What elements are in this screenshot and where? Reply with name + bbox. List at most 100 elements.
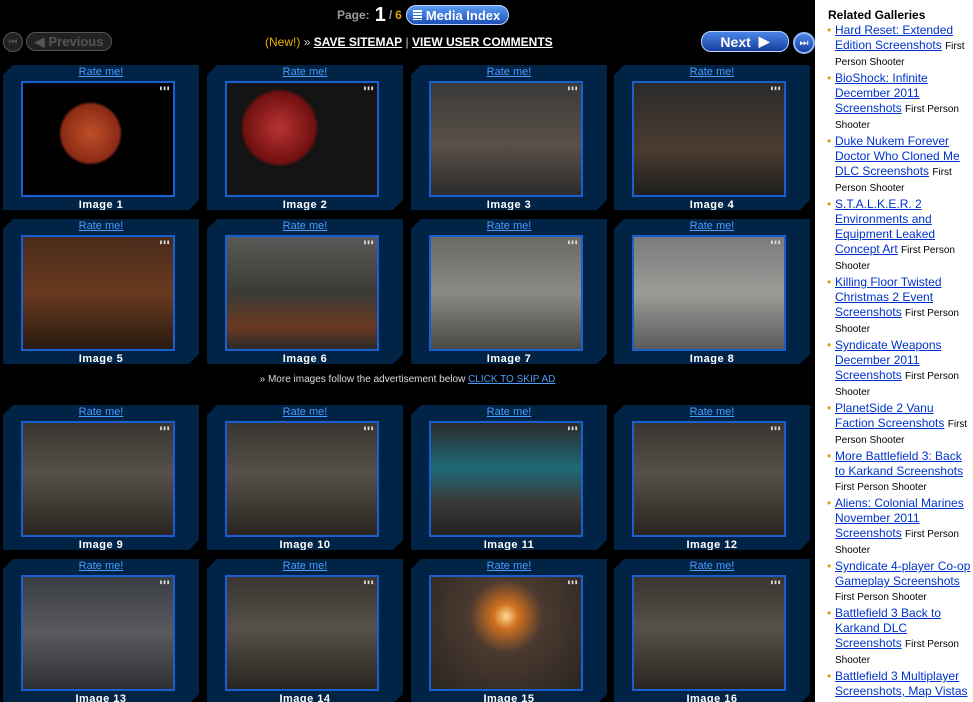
previous-label: Previous: [48, 34, 104, 49]
sidebar-title: Related Galleries: [828, 8, 926, 22]
rate-me-link[interactable]: Rate me!: [3, 560, 199, 572]
next-label: Next: [720, 33, 751, 50]
related-gallery-link[interactable]: Battlefield 3 Multiplayer Screenshots, M…: [835, 669, 968, 698]
related-gallery-link[interactable]: Syndicate 4-player Co-op Gameplay Screen…: [835, 559, 970, 588]
gallery-main: Page: 1 / 6 Media Index ⏮ ◀ Previous (Ne…: [0, 0, 815, 702]
gallery-category: First Person Shooter: [835, 592, 927, 603]
hud-fps-decoration: ▮▮▮: [363, 85, 374, 92]
thumbnail-image[interactable]: ▮▮▮: [632, 421, 786, 537]
thumbnail-image[interactable]: ▮▮▮: [225, 421, 379, 537]
rate-me-link[interactable]: Rate me!: [3, 66, 199, 78]
thumbnail-image[interactable]: ▮▮▮: [429, 235, 583, 351]
rate-me-link[interactable]: Rate me!: [411, 66, 607, 78]
save-sitemap-link[interactable]: SAVE SITEMAP: [314, 35, 402, 49]
thumbnail-caption: Image 10: [279, 539, 331, 551]
thumbnail-tile: Rate me! ▮▮▮ Image 1: [3, 65, 199, 210]
rate-me-link[interactable]: Rate me!: [207, 66, 403, 78]
rate-me-link[interactable]: Rate me!: [614, 66, 810, 78]
thumbnail-caption: Image 1: [78, 199, 124, 211]
related-galleries-sidebar: Related Galleries Hard Reset: Extended E…: [815, 0, 973, 702]
thumbnail-image[interactable]: ▮▮▮: [21, 421, 175, 537]
hud-fps-decoration: ▮▮▮: [159, 85, 170, 92]
related-gallery-item: Battlefield 3 Multiplayer Screenshots, M…: [827, 669, 972, 702]
thumbnail-caption: Image 15: [483, 693, 535, 702]
thumbnail-image[interactable]: ▮▮▮: [225, 81, 379, 197]
thumbnail-tile: Rate me! ▮▮▮ Image 12: [614, 405, 810, 550]
rate-me-link[interactable]: Rate me!: [411, 220, 607, 232]
chevron-right-icon: ▶: [758, 33, 770, 49]
thumbnail-image[interactable]: ▮▮▮: [225, 235, 379, 351]
page-separator: /: [388, 8, 393, 22]
related-gallery-item: Killing Floor Twisted Christmas 2 Event …: [827, 275, 972, 337]
thumbnail-tile: Rate me! ▮▮▮ Image 5: [3, 219, 199, 364]
hud-fps-decoration: ▮▮▮: [159, 239, 170, 246]
related-gallery-item: Syndicate Weapons December 2011 Screensh…: [827, 338, 972, 400]
related-gallery-item: Hard Reset: Extended Edition Screenshots…: [827, 23, 972, 70]
hud-fps-decoration: ▮▮▮: [159, 425, 170, 432]
rate-me-link[interactable]: Rate me!: [411, 560, 607, 572]
rate-me-link[interactable]: Rate me!: [207, 560, 403, 572]
thumbnail-caption: Image 13: [75, 693, 127, 702]
thumbnail-image[interactable]: ▮▮▮: [429, 575, 583, 691]
related-gallery-item: BioShock: Infinite December 2011 Screens…: [827, 71, 972, 133]
thumbnail-tile: Rate me! ▮▮▮ Image 3: [411, 65, 607, 210]
hud-fps-decoration: ▮▮▮: [363, 239, 374, 246]
thumbnail-image[interactable]: ▮▮▮: [21, 235, 175, 351]
new-tag: (New!): [265, 35, 301, 49]
list-icon: [412, 10, 422, 20]
hud-fps-decoration: ▮▮▮: [567, 239, 578, 246]
thumbnail-image[interactable]: ▮▮▮: [429, 81, 583, 197]
ad-note-text: » More images follow the advertisement b…: [259, 374, 466, 385]
hud-fps-decoration: ▮▮▮: [770, 425, 781, 432]
thumbnail-caption: Image 5: [78, 353, 124, 365]
hud-fps-decoration: ▮▮▮: [770, 85, 781, 92]
rate-me-link[interactable]: Rate me!: [207, 406, 403, 418]
ad-note: » More images follow the advertisement b…: [0, 374, 815, 385]
thumbnail-tile: Rate me! ▮▮▮ Image 10: [207, 405, 403, 550]
related-gallery-link[interactable]: Hard Reset: Extended Edition Screenshots: [835, 23, 953, 52]
hud-fps-decoration: ▮▮▮: [770, 239, 781, 246]
thumbnail-image[interactable]: ▮▮▮: [632, 575, 786, 691]
next-button[interactable]: Next ▶: [701, 31, 789, 52]
thumbnail-caption: Image 14: [279, 693, 331, 702]
thumbnail-tile: Rate me! ▮▮▮ Image 11: [411, 405, 607, 550]
thumbnail-image[interactable]: ▮▮▮: [21, 81, 175, 197]
skip-ad-link[interactable]: CLICK TO SKIP AD: [468, 374, 555, 385]
thumbnail-tile: Rate me! ▮▮▮ Image 6: [207, 219, 403, 364]
rate-me-link[interactable]: Rate me!: [207, 220, 403, 232]
thumbnail-tile: Rate me! ▮▮▮ Image 4: [614, 65, 810, 210]
related-gallery-item: Battlefield 3 Back to Karkand DLC Screen…: [827, 606, 972, 668]
thumbnail-image[interactable]: ▮▮▮: [21, 575, 175, 691]
rate-me-link[interactable]: Rate me!: [3, 406, 199, 418]
skip-back-icon: ⏮: [8, 36, 18, 48]
previous-button[interactable]: ◀ Previous: [26, 32, 112, 51]
first-page-button[interactable]: ⏮: [3, 32, 23, 52]
related-gallery-link[interactable]: More Battlefield 3: Back to Karkand Scre…: [835, 449, 963, 478]
thumbnail-image[interactable]: ▮▮▮: [632, 81, 786, 197]
thumbnail-caption: Image 7: [486, 353, 532, 365]
thumbnail-image[interactable]: ▮▮▮: [429, 421, 583, 537]
thumbnail-caption: Image 9: [78, 539, 124, 551]
media-index-button[interactable]: Media Index: [405, 5, 510, 25]
hud-fps-decoration: ▮▮▮: [567, 425, 578, 432]
rate-me-link[interactable]: Rate me!: [614, 220, 810, 232]
rate-me-link[interactable]: Rate me!: [614, 560, 810, 572]
rate-me-link[interactable]: Rate me!: [614, 406, 810, 418]
hud-fps-decoration: ▮▮▮: [567, 579, 578, 586]
related-gallery-link[interactable]: PlanetSide 2 Vanu Faction Screenshots: [835, 401, 944, 430]
page-total[interactable]: 6: [395, 8, 402, 22]
thumbnail-tile: Rate me! ▮▮▮ Image 13: [3, 559, 199, 702]
rate-me-link[interactable]: Rate me!: [3, 220, 199, 232]
thumbnail-tile: Rate me! ▮▮▮ Image 15: [411, 559, 607, 702]
thumbnail-image[interactable]: ▮▮▮: [225, 575, 379, 691]
thumbnail-caption: Image 6: [282, 353, 328, 365]
hud-fps-decoration: ▮▮▮: [363, 579, 374, 586]
last-page-button[interactable]: ⏭: [793, 32, 815, 54]
skip-forward-icon: ⏭: [799, 37, 809, 49]
links-arrow: »: [303, 35, 311, 49]
thumbnail-caption: Image 8: [689, 353, 735, 365]
thumbnail-tile: Rate me! ▮▮▮ Image 16: [614, 559, 810, 702]
rate-me-link[interactable]: Rate me!: [411, 406, 607, 418]
thumbnail-image[interactable]: ▮▮▮: [632, 235, 786, 351]
view-user-comments-link[interactable]: VIEW USER COMMENTS: [412, 35, 553, 49]
